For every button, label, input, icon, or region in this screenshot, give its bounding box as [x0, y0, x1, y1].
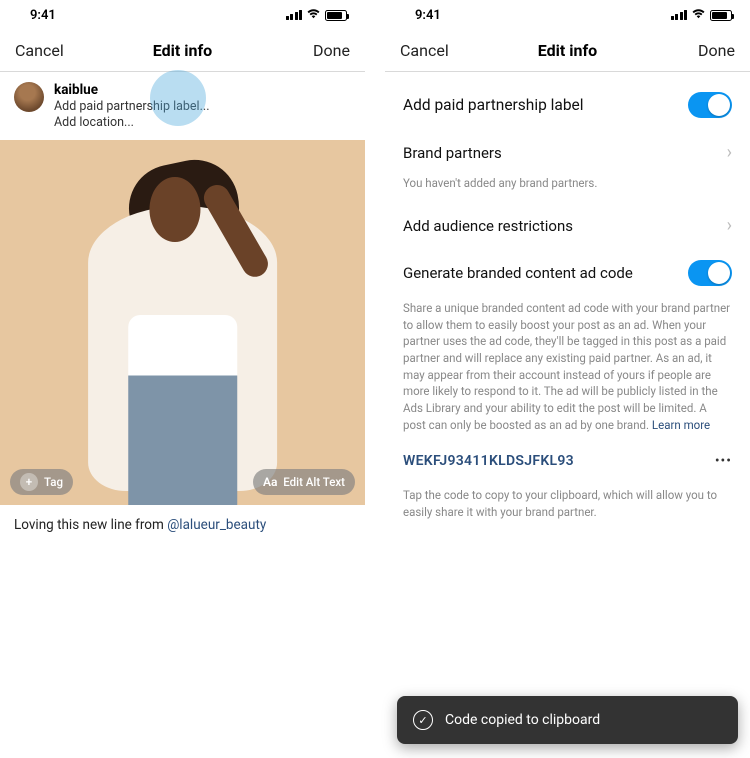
paid-label-row[interactable]: Add paid partnership label — [403, 78, 732, 128]
adcode-value[interactable]: WEKFJ93411KLDSJFKL93 — [403, 453, 574, 469]
status-icons — [286, 8, 348, 23]
nav-title: Edit info — [153, 41, 212, 60]
paid-label-title: Add paid partnership label — [403, 96, 584, 114]
generate-adcode-toggle[interactable] — [688, 260, 732, 286]
check-icon: ✓ — [413, 710, 433, 730]
plus-icon: + — [20, 473, 38, 491]
caption[interactable]: Loving this new line from @lalueur_beaut… — [0, 505, 365, 545]
nav-title: Edit info — [538, 41, 597, 60]
phone-right: 9:41 Cancel Edit info Done Add paid part… — [375, 0, 750, 758]
status-bar: 9:41 — [0, 0, 365, 30]
chevron-right-icon: › — [727, 142, 732, 163]
location-prompt[interactable]: Add location... — [54, 115, 210, 131]
generate-adcode-row[interactable]: Generate branded content ad code — [403, 246, 732, 296]
adcode-row: WEKFJ93411KLDSJFKL93 ••• — [403, 449, 732, 479]
nav-bar: Cancel Edit info Done — [385, 30, 750, 72]
paid-label-toggle[interactable] — [688, 92, 732, 118]
cancel-button[interactable]: Cancel — [15, 41, 75, 60]
alt-text-button[interactable]: Aa Edit Alt Text — [253, 469, 355, 495]
brand-partners-row[interactable]: Brand partners › — [403, 128, 732, 173]
wifi-icon — [691, 8, 706, 23]
nav-bar: Cancel Edit info Done — [0, 30, 365, 72]
status-time: 9:41 — [30, 8, 56, 23]
done-button[interactable]: Done — [675, 41, 735, 60]
learn-more-link[interactable]: Learn more — [652, 418, 710, 432]
status-time: 9:41 — [415, 8, 441, 23]
generate-adcode-label: Generate branded content ad code — [403, 264, 633, 282]
audience-row[interactable]: Add audience restrictions › — [403, 201, 732, 246]
caption-text: Loving this new line from — [14, 517, 167, 533]
brand-partners-help: You haven't added any brand partners. — [403, 173, 732, 201]
caption-mention[interactable]: @lalueur_beauty — [167, 517, 266, 533]
aa-icon: Aa — [263, 475, 277, 489]
signal-icon — [671, 10, 688, 20]
settings: Add paid partnership label Brand partner… — [385, 72, 750, 758]
audience-label: Add audience restrictions — [403, 217, 573, 235]
chevron-right-icon: › — [727, 215, 732, 236]
battery-icon — [325, 10, 347, 21]
post-photo[interactable]: + Tag Aa Edit Alt Text — [0, 140, 365, 505]
tag-label: Tag — [44, 475, 63, 489]
cancel-button[interactable]: Cancel — [400, 41, 460, 60]
alt-text-label: Edit Alt Text — [283, 475, 345, 489]
status-icons — [671, 8, 733, 23]
adcode-more-icon[interactable]: ••• — [715, 453, 732, 469]
wifi-icon — [306, 8, 321, 23]
signal-icon — [286, 10, 303, 20]
paid-label-prompt[interactable]: Add paid partnership label... — [54, 99, 210, 115]
phone-left: 9:41 Cancel Edit info Done kaiblue Add p… — [0, 0, 375, 758]
adcode-help: Tap the code to copy to your clipboard, … — [403, 479, 732, 520]
status-bar: 9:41 — [385, 0, 750, 30]
avatar[interactable] — [14, 82, 44, 112]
adcode-description-text: Share a unique branded content ad code w… — [403, 301, 730, 432]
username: kaiblue — [54, 82, 210, 99]
toast-text: Code copied to clipboard — [445, 712, 600, 728]
battery-icon — [710, 10, 732, 21]
adcode-description: Share a unique branded content ad code w… — [403, 296, 732, 449]
tag-button[interactable]: + Tag — [10, 469, 73, 495]
done-button[interactable]: Done — [290, 41, 350, 60]
toast-copied: ✓ Code copied to clipboard — [397, 696, 738, 744]
user-row: kaiblue Add paid partnership label... Ad… — [0, 72, 365, 140]
brand-partners-label: Brand partners — [403, 144, 502, 162]
